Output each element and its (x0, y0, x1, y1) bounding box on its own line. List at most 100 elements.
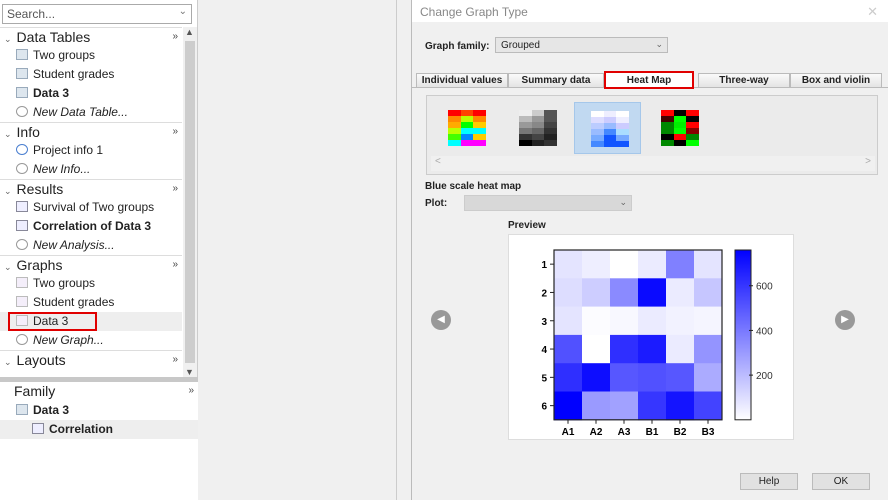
expand-icon[interactable]: » (172, 351, 178, 369)
heatmap-cell (610, 306, 639, 336)
new-item-link[interactable]: New Info... (0, 160, 182, 179)
ok-button[interactable]: OK (812, 473, 870, 490)
sidebar-item[interactable]: Data 3 (0, 84, 182, 103)
heatmap-cell (582, 306, 611, 336)
section-header[interactable]: ⌄ Data Tables» (0, 27, 182, 46)
heatmap-cell (554, 391, 583, 421)
plus-icon (16, 239, 28, 250)
heatmap-cell (638, 278, 667, 308)
selected-type-label: Blue scale heat map (425, 181, 522, 192)
heatmap-cell (666, 278, 695, 308)
chevron-down-icon[interactable]: ⌄ (179, 6, 187, 17)
section-header[interactable]: ⌄ Results» (0, 179, 182, 198)
graph-icon (16, 277, 28, 288)
expand-icon[interactable]: » (172, 256, 178, 274)
sidebar-item[interactable]: Student grades (0, 65, 182, 84)
search-input[interactable]: Search... ⌄ (2, 4, 192, 24)
sidebar-item[interactable]: Correlation of Data 3 (0, 217, 182, 236)
scroll-down-icon[interactable]: ▼ (185, 367, 194, 377)
heatmap-cell (582, 363, 611, 392)
help-button[interactable]: Help (740, 473, 798, 490)
sidebar-item[interactable]: Project info 1 (0, 141, 182, 160)
sidebar-item[interactable]: Survival of Two groups (0, 198, 182, 217)
expand-icon[interactable]: » (172, 28, 178, 46)
family-item-correlation[interactable]: Correlation (0, 420, 198, 439)
plus-icon (16, 106, 28, 117)
sidebar-item[interactable]: Two groups (0, 274, 182, 293)
y-tick-label: 5 (541, 373, 547, 384)
dialog-title: Change Graph Type (412, 0, 888, 22)
scroll-right-icon[interactable]: > (865, 156, 871, 167)
graph-family-label: Graph family: (425, 41, 490, 52)
expand-icon[interactable]: » (172, 180, 178, 198)
plot-select[interactable]: ⌄ (464, 195, 632, 211)
y-tick-label: 6 (541, 402, 547, 413)
heatmap-cell (610, 391, 639, 421)
scroll-left-icon[interactable]: < (435, 156, 441, 167)
gallery-scrollbar[interactable]: < > (431, 156, 875, 171)
expand-icon[interactable]: » (172, 123, 178, 141)
section-header[interactable]: ⌄ Info» (0, 122, 182, 141)
plus-icon (16, 163, 28, 174)
section-header[interactable]: ⌄ Layouts» (0, 350, 182, 369)
rainbow-heatmap-thumb[interactable] (432, 102, 499, 154)
collapse-icon[interactable]: ⌄ (4, 129, 12, 139)
heatmap-cell (554, 363, 583, 392)
tab-individual-values[interactable]: Individual values (416, 73, 508, 88)
sidebar-item[interactable]: Two groups (0, 46, 182, 65)
close-icon[interactable]: ✕ (867, 4, 878, 20)
collapse-icon[interactable]: ⌄ (4, 186, 12, 196)
heatmap-cell (666, 363, 695, 392)
heatmap-preview: 1 2 3 4 5 6 A1 A2 A3 B1 B2 B3 200 400 600 (541, 249, 773, 438)
new-item-link[interactable]: New Graph... (0, 331, 182, 350)
graph-family-select[interactable]: Grouped ⌄ (495, 37, 668, 53)
collapse-icon[interactable]: ⌄ (4, 262, 12, 272)
sidebar-item[interactable]: Student grades (0, 293, 182, 312)
preview-label: Preview (508, 220, 546, 231)
heatmap-cell (694, 306, 723, 336)
section-header[interactable]: ⌄ Graphs» (0, 255, 182, 274)
bluescale-heatmap-thumb[interactable] (574, 102, 641, 154)
scrollbar[interactable]: ▲ ▼ (183, 27, 197, 377)
colorbar-tick-label: 600 (756, 282, 773, 293)
grayscale-heatmap-thumb[interactable] (503, 102, 570, 154)
colorbar (734, 249, 752, 421)
collapse-icon[interactable]: ⌄ (4, 34, 12, 44)
redgreen-heatmap-thumb[interactable] (645, 102, 712, 154)
x-tick-label: B3 (702, 427, 715, 438)
heatmap-thumb-icon (661, 110, 699, 146)
heatmap-cell (666, 334, 695, 364)
heatmap-cell (582, 391, 611, 421)
expand-icon[interactable]: » (188, 382, 194, 400)
new-item-link[interactable]: New Data Table... (0, 103, 182, 122)
heatmap-thumb-icon (519, 110, 557, 146)
heatmap-cell (666, 250, 695, 279)
scroll-up-icon[interactable]: ▲ (185, 27, 194, 37)
previous-arrow-icon[interactable]: ◀ (431, 310, 451, 330)
family-item-data[interactable]: Data 3 (0, 401, 198, 420)
heatmap-cell (694, 278, 723, 308)
tab-heat-map[interactable]: Heat Map (604, 71, 694, 89)
heatmap-cell (694, 363, 723, 392)
heatmap-thumb-icon (591, 111, 629, 147)
heatmap-cell (554, 306, 583, 336)
chevron-down-icon: ⌄ (655, 39, 663, 49)
family-panel: Family» Data 3 Correlation (0, 382, 198, 500)
collapse-icon[interactable]: ⌄ (4, 357, 12, 367)
heatmap-cell (582, 250, 611, 279)
tab-box-and-violin[interactable]: Box and violin (790, 73, 882, 88)
tab-summary-data[interactable]: Summary data (508, 73, 604, 88)
scroll-thumb[interactable] (185, 41, 195, 363)
y-tick-label: 4 (541, 345, 547, 356)
heatmap-cell (638, 391, 667, 421)
plus-icon (16, 334, 28, 345)
new-item-link[interactable]: New Analysis... (0, 236, 182, 255)
table-icon (16, 49, 28, 60)
results-icon (16, 220, 28, 231)
family-header: Family» (14, 382, 194, 400)
next-arrow-icon[interactable]: ▶ (835, 310, 855, 330)
colorbar-tick-label: 200 (756, 371, 773, 382)
sidebar-item[interactable]: Data 3 (0, 312, 182, 331)
heatmap-cell (582, 334, 611, 364)
tab-three-way[interactable]: Three-way (698, 73, 790, 88)
